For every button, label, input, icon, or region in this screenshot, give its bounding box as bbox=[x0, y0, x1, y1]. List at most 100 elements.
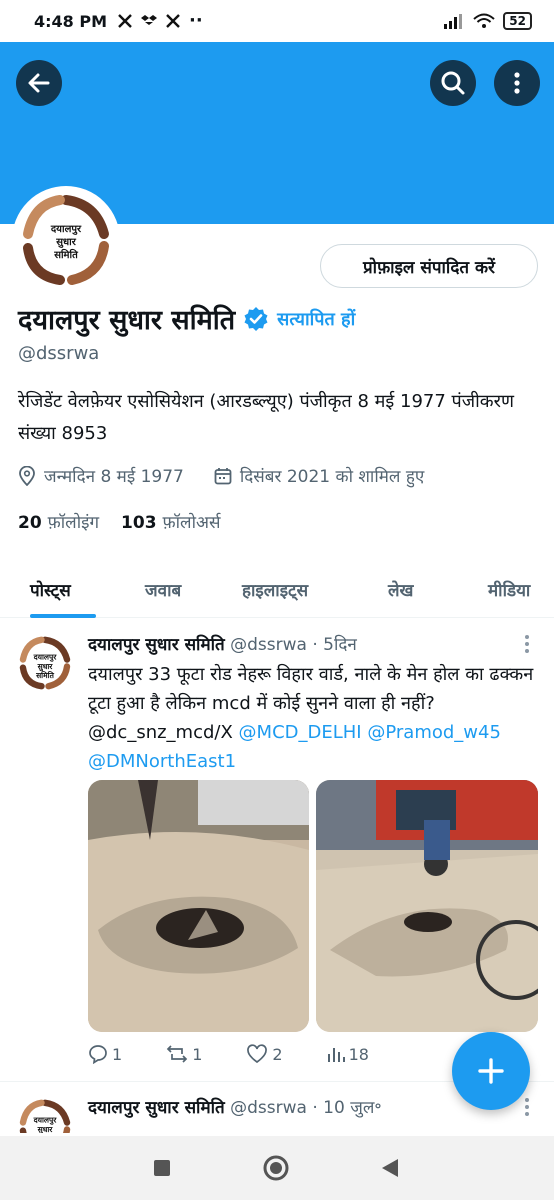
joined-text: दिसंबर 2021 को शामिल हुए bbox=[239, 467, 425, 487]
more-vertical-icon bbox=[514, 72, 520, 94]
post-header: दयालपुर सुधार समिति @dssrwa · 5दिन bbox=[88, 632, 357, 655]
tab-replies[interactable]: जवाब bbox=[145, 560, 181, 618]
circle-icon bbox=[263, 1155, 289, 1181]
arrow-left-icon bbox=[28, 73, 50, 93]
reply-count: 1 bbox=[112, 1044, 123, 1064]
post-more-button[interactable] bbox=[524, 634, 530, 658]
post-image-1[interactable] bbox=[88, 780, 309, 1032]
post-author-handle: @dssrwa bbox=[230, 635, 307, 655]
active-tab-indicator bbox=[30, 614, 96, 618]
mention-link[interactable]: @DMNorthEast1 bbox=[88, 751, 236, 772]
avatar-text-2: सुधार bbox=[37, 662, 54, 672]
views-button[interactable]: 18 bbox=[327, 1044, 369, 1064]
tab-media[interactable]: मीडिया bbox=[488, 560, 530, 618]
profile-avatar[interactable]: दयालपुर सुधार समिति bbox=[12, 186, 120, 294]
wifi-icon bbox=[473, 13, 495, 28]
hands-logo: दयालपुर सुधार समिति bbox=[18, 192, 114, 288]
mention-link[interactable]: @MCD_DELHI bbox=[239, 722, 362, 743]
post-actions: 1 1 2 18 bbox=[88, 1044, 448, 1064]
location-pin-icon bbox=[19, 465, 35, 486]
profile-tabs: पोस्ट्स जवाब हाइलाइट्स लेख मीडिया bbox=[0, 560, 554, 618]
recents-button[interactable] bbox=[152, 1158, 172, 1182]
search-button[interactable] bbox=[430, 60, 476, 106]
hands-logo: दयालपुर सुधार bbox=[19, 1099, 71, 1133]
like-count: 2 bbox=[272, 1044, 283, 1064]
profile-name: दयालपुर सुधार समिति bbox=[18, 305, 236, 336]
x-logo-icon bbox=[166, 14, 180, 28]
more-options-button[interactable] bbox=[494, 60, 540, 106]
battery-indicator: 52 bbox=[503, 12, 532, 30]
post-header: दयालपुर सुधार समिति @dssrwa · 10 जुल॰ bbox=[88, 1095, 382, 1118]
post-image-2[interactable] bbox=[316, 780, 538, 1032]
more-vertical-icon bbox=[525, 1098, 529, 1116]
post-author-name[interactable]: दयालपुर सुधार समिति bbox=[88, 635, 225, 655]
post-time: 5दिन bbox=[323, 635, 357, 655]
triangle-back-icon bbox=[382, 1159, 398, 1177]
post-text: दयालपुर 33 फूटा रोड नेहरू विहार वार्ड, न… bbox=[88, 660, 538, 776]
post-separator: · bbox=[312, 1098, 318, 1118]
post[interactable]: दयालपुर सुधार समिति दयालपुर सुधार समिति … bbox=[0, 620, 554, 1082]
verified-badge-icon bbox=[244, 306, 268, 331]
post-author-avatar[interactable]: दयालपुर सुधार समिति bbox=[16, 634, 74, 692]
birthday-text: जन्मदिन 8 मई 1977 bbox=[44, 467, 184, 487]
view-count: 18 bbox=[348, 1044, 369, 1064]
square-icon bbox=[154, 1160, 170, 1176]
follow-stats: 20 फ़ॉलोइंग 103 फ़ॉलोअर्स bbox=[18, 510, 220, 533]
calendar-icon bbox=[214, 467, 232, 484]
profile-handle: @dssrwa bbox=[18, 343, 100, 364]
post-more-button[interactable] bbox=[524, 1097, 530, 1121]
repost-count: 1 bbox=[192, 1044, 203, 1064]
avatar-text-1: दयालपुर bbox=[33, 1116, 58, 1126]
avatar-text-2: सुधार bbox=[37, 1125, 54, 1133]
system-navigation-bar bbox=[0, 1136, 554, 1200]
views-chart-icon bbox=[327, 1048, 345, 1062]
status-bar: 4:48 PM ·· 52 bbox=[0, 0, 554, 42]
repost-button[interactable]: 1 bbox=[166, 1044, 202, 1064]
profile-meta: जन्मदिन 8 मई 1977 दिसंबर 2021 को शामिल ह… bbox=[18, 464, 424, 487]
x-logo-icon bbox=[118, 14, 132, 28]
status-time: 4:48 PM bbox=[34, 11, 108, 31]
followers-count: 103 bbox=[121, 513, 157, 533]
avatar-text-1: दयालपुर bbox=[33, 653, 58, 663]
dropbox-icon bbox=[141, 15, 158, 25]
followers-label: फ़ॉलोअर्स bbox=[162, 513, 221, 533]
post-author-name[interactable]: दयालपुर सुधार समिति bbox=[88, 1098, 225, 1118]
signal-icon bbox=[444, 14, 463, 29]
tab-posts[interactable]: पोस्ट्स bbox=[30, 560, 71, 618]
post-author-handle: @dssrwa bbox=[230, 1098, 307, 1118]
avatar-text-1: दयालपुर bbox=[50, 224, 82, 235]
following-link[interactable]: 20 फ़ॉलोइंग bbox=[18, 510, 99, 533]
pothole-photo-2 bbox=[316, 780, 538, 1032]
get-verified-link[interactable]: सत्यापित हों bbox=[277, 307, 355, 331]
like-button[interactable]: 2 bbox=[246, 1044, 283, 1064]
heart-icon bbox=[247, 1044, 268, 1064]
avatar-text-3: समिति bbox=[53, 248, 79, 261]
edit-profile-button[interactable]: प्रोफ़ाइल संपादित करें bbox=[320, 244, 538, 288]
following-label: फ़ॉलोइंग bbox=[47, 513, 100, 533]
post-author-avatar[interactable]: दयालपुर सुधार bbox=[16, 1097, 74, 1133]
profile-bio: रेजिडेंट वेलफ़ेयर एसोसियेशन (आरडब्ल्यूए)… bbox=[18, 391, 514, 444]
tab-articles[interactable]: लेख bbox=[388, 560, 413, 618]
avatar-text-3: समिति bbox=[35, 671, 54, 680]
pothole-photo-1 bbox=[88, 780, 309, 1032]
more-notifications-icon: ·· bbox=[189, 10, 203, 31]
following-count: 20 bbox=[18, 513, 42, 533]
repost-icon bbox=[166, 1045, 188, 1063]
back-button[interactable] bbox=[16, 60, 62, 106]
avatar-text-2: सुधार bbox=[55, 237, 76, 248]
followers-link[interactable]: 103 फ़ॉलोअर्स bbox=[121, 510, 220, 533]
post-separator: · bbox=[312, 635, 318, 655]
back-nav-button[interactable] bbox=[380, 1157, 400, 1183]
profile-name-row: दयालपुर सुधार समिति सत्यापित हों bbox=[18, 300, 355, 337]
home-button[interactable] bbox=[262, 1154, 290, 1186]
reply-button[interactable]: 1 bbox=[88, 1044, 122, 1064]
reply-icon bbox=[89, 1045, 107, 1064]
hands-logo: दयालपुर सुधार समिति bbox=[19, 636, 71, 690]
compose-post-button[interactable] bbox=[452, 1032, 530, 1110]
search-icon bbox=[441, 71, 465, 95]
plus-icon bbox=[478, 1058, 504, 1084]
post-time: 10 जुल॰ bbox=[323, 1098, 382, 1118]
mention-link[interactable]: @Pramod_w45 bbox=[367, 722, 501, 743]
more-vertical-icon bbox=[525, 635, 529, 653]
tab-highlights[interactable]: हाइलाइट्स bbox=[242, 560, 308, 618]
